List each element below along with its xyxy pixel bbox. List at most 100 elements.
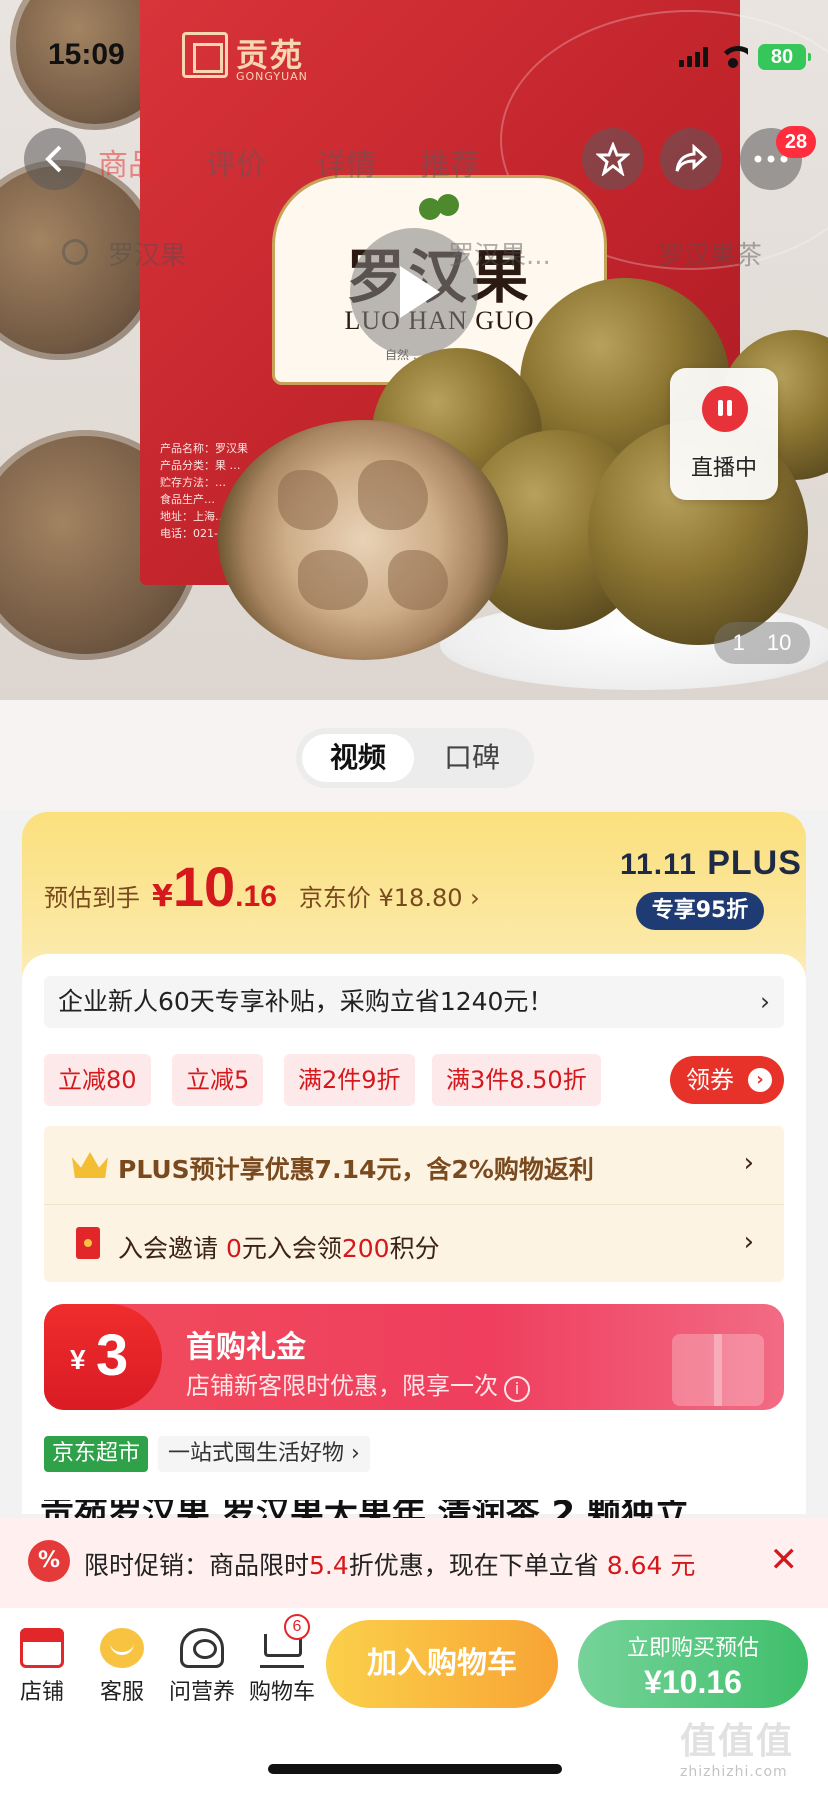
gift-box-icon [672,1334,764,1406]
doctor-icon [180,1628,224,1668]
gift-description: 店铺新客限时优惠，限享一次 i [186,1366,530,1402]
cart-label: 购物车 [248,1680,315,1705]
subsidy-row[interactable]: 企业新人60天专享补贴，采购立省1240元！ › [44,976,784,1028]
play-video-button[interactable] [350,228,478,356]
live-icon [702,386,748,432]
perks-box: PLUS预计享优惠7.14元，含2%购物返利 › 入会邀请 0元入会领200积分… [44,1126,784,1282]
cut-fruit-image [218,420,508,660]
more-dots-icon [754,155,788,163]
cart-button[interactable]: 6 购物车 [242,1614,322,1706]
brand-name-en: GONGYUAN [236,70,308,83]
store-button[interactable]: 店铺 [2,1628,82,1706]
chevron-left-icon [45,145,62,173]
price-card: 预估到手 ¥ 10 .16 京东价 ¥18.80 › 11.11 PLUS 专享… [22,812,806,1514]
price-currency: ¥ [152,879,173,914]
home-indicator[interactable] [268,1764,562,1774]
search-query[interactable]: 罗汉果 [108,235,186,272]
estimated-price-label: 预估到手 [44,884,140,912]
service-label: 客服 [99,1680,144,1705]
supermarket-row[interactable]: 京东超市 一站式囤生活好物 › [44,1434,370,1474]
live-stream-button[interactable]: 直播中 [670,368,778,500]
promo-text: 限时促销：商品限时5.4折优惠，现在下单立省 8.64 元 [84,1551,696,1580]
chevron-right-icon: › [743,1227,754,1257]
limited-promo-bar[interactable]: % 限时促销：商品限时5.4折优惠，现在下单立省 8.64 元 ✕ [0,1518,828,1608]
store-label: 店铺 [19,1680,64,1705]
star-icon [596,142,630,176]
customer-service-button[interactable]: 客服 [82,1628,162,1706]
tab-reviews[interactable]: 评价 [206,140,266,184]
status-icons: 80 [679,44,811,70]
share-icon [675,144,708,172]
discount-tag[interactable]: 满3件8.50折 [432,1054,601,1106]
gift-currency: ¥ [70,1344,86,1375]
brand-mark-icon [182,32,228,78]
plus-discount-tag[interactable]: 专享95折 [636,892,764,930]
cart-count-badge: 6 [284,1614,310,1640]
subsidy-text: 企业新人60天专享补贴，采购立省1240元！ [58,987,554,1016]
red-envelope-icon [76,1227,100,1259]
image-counter: 1 10 [714,622,810,664]
coupon-label: 领券 [686,1066,734,1094]
back-button[interactable] [24,128,86,190]
top-nav: 商品 评价 详情 推荐 [0,116,828,206]
jd-supermarket-tag: 京东超市 [44,1436,149,1472]
segment-reputation[interactable]: 口碑 [416,734,528,782]
promotions-panel: 企业新人60天专享补贴，采购立省1240元！ › 立减80 立减5 满2件9折 … [22,954,806,1514]
buy-now-price: ¥10.16 [644,1664,742,1700]
media-segment-control: 视频 口碑 [296,728,534,788]
member-invite-row[interactable]: 入会邀请 0元入会领200积分 › [44,1204,784,1282]
plus-perk-text: PLUS预计享优惠7.14元，含2%购物返利 [118,1155,594,1184]
tab-product[interactable]: 商品 [98,140,158,184]
product-title: 贡苑罗汉果 罗汉果大果年 清润茶 2 颗独立 [40,1500,800,1518]
share-button[interactable] [660,128,722,190]
plus-event-label: 11.11 [620,848,697,881]
favorite-button[interactable] [582,128,644,190]
supermarket-slogan: 一站式囤生活好物 › [158,1436,370,1472]
brand-logo: 贡苑 GONGYUAN [182,30,322,86]
chevron-right-icon: › [760,987,770,1016]
live-label: 直播中 [690,456,757,481]
search-icon [62,239,88,265]
watermark: 值值值 zhizhizhi.com [680,1721,795,1780]
wifi-icon [718,46,748,68]
crown-icon [72,1152,108,1178]
tab-recommend[interactable]: 推荐 [420,140,480,184]
tab-details[interactable]: 详情 [316,140,376,184]
close-icon[interactable]: ✕ [770,1540,799,1580]
add-to-cart-button[interactable]: 加入购物车 [326,1620,558,1708]
plus-logo: 11.11 PLUS [620,844,802,883]
first-purchase-gift-banner[interactable]: ¥ 3 首购礼金 店铺新客限时优惠，限享一次 i [44,1304,784,1410]
member-invite-text: 入会邀请 0元入会领200积分 [118,1234,440,1263]
discount-tag[interactable]: 立减5 [172,1054,264,1106]
discount-tag[interactable]: 立减80 [44,1054,151,1106]
info-icon[interactable]: i [504,1376,530,1402]
chevron-right-icon: › [743,1148,754,1178]
battery-indicator: 80 [758,44,811,70]
jd-price-link[interactable]: 京东价 ¥18.80 › [299,878,480,913]
price-row: 预估到手 ¥ 10 .16 京东价 ¥18.80 › [44,854,480,919]
percent-icon: % [28,1540,70,1582]
discount-tag[interactable]: 满2件9折 [284,1054,415,1106]
buy-now-button[interactable]: 立即购买预估 ¥10.16 [578,1620,808,1708]
image-counter-current: 1 [732,630,745,655]
status-time: 15:09 [48,38,125,71]
product-title-peek: 贡苑罗汉果 罗汉果大果年 清润茶 2 颗独立 [40,1500,800,1518]
signal-icon [679,47,708,67]
segment-video[interactable]: 视频 [302,734,414,782]
store-icon [20,1628,64,1668]
media-segment-area: 视频 口碑 [0,700,828,810]
gift-title: 首购礼金 [186,1330,306,1365]
get-coupon-button[interactable]: 领券 › [670,1056,784,1104]
message-badge: 28 [776,126,816,158]
cart-icon: 6 [260,1614,310,1668]
search-suggestion[interactable]: 罗汉果茶 [658,235,762,272]
plus-label: PLUS [707,844,802,882]
jd-price-text: 京东价 ¥18.80 [298,884,463,912]
plus-perk-row[interactable]: PLUS预计享优惠7.14元，含2%购物返利 › [44,1126,784,1204]
nutrition-label: 问营养 [168,1680,235,1705]
price-integer: 10 [172,855,236,918]
discount-tags: 立减80 立减5 满2件9折 满3件8.50折 领券 › [44,1054,784,1106]
nutrition-ask-button[interactable]: 问营养 [162,1628,242,1706]
customer-service-icon [100,1628,144,1668]
price-decimal: .16 [235,880,277,913]
